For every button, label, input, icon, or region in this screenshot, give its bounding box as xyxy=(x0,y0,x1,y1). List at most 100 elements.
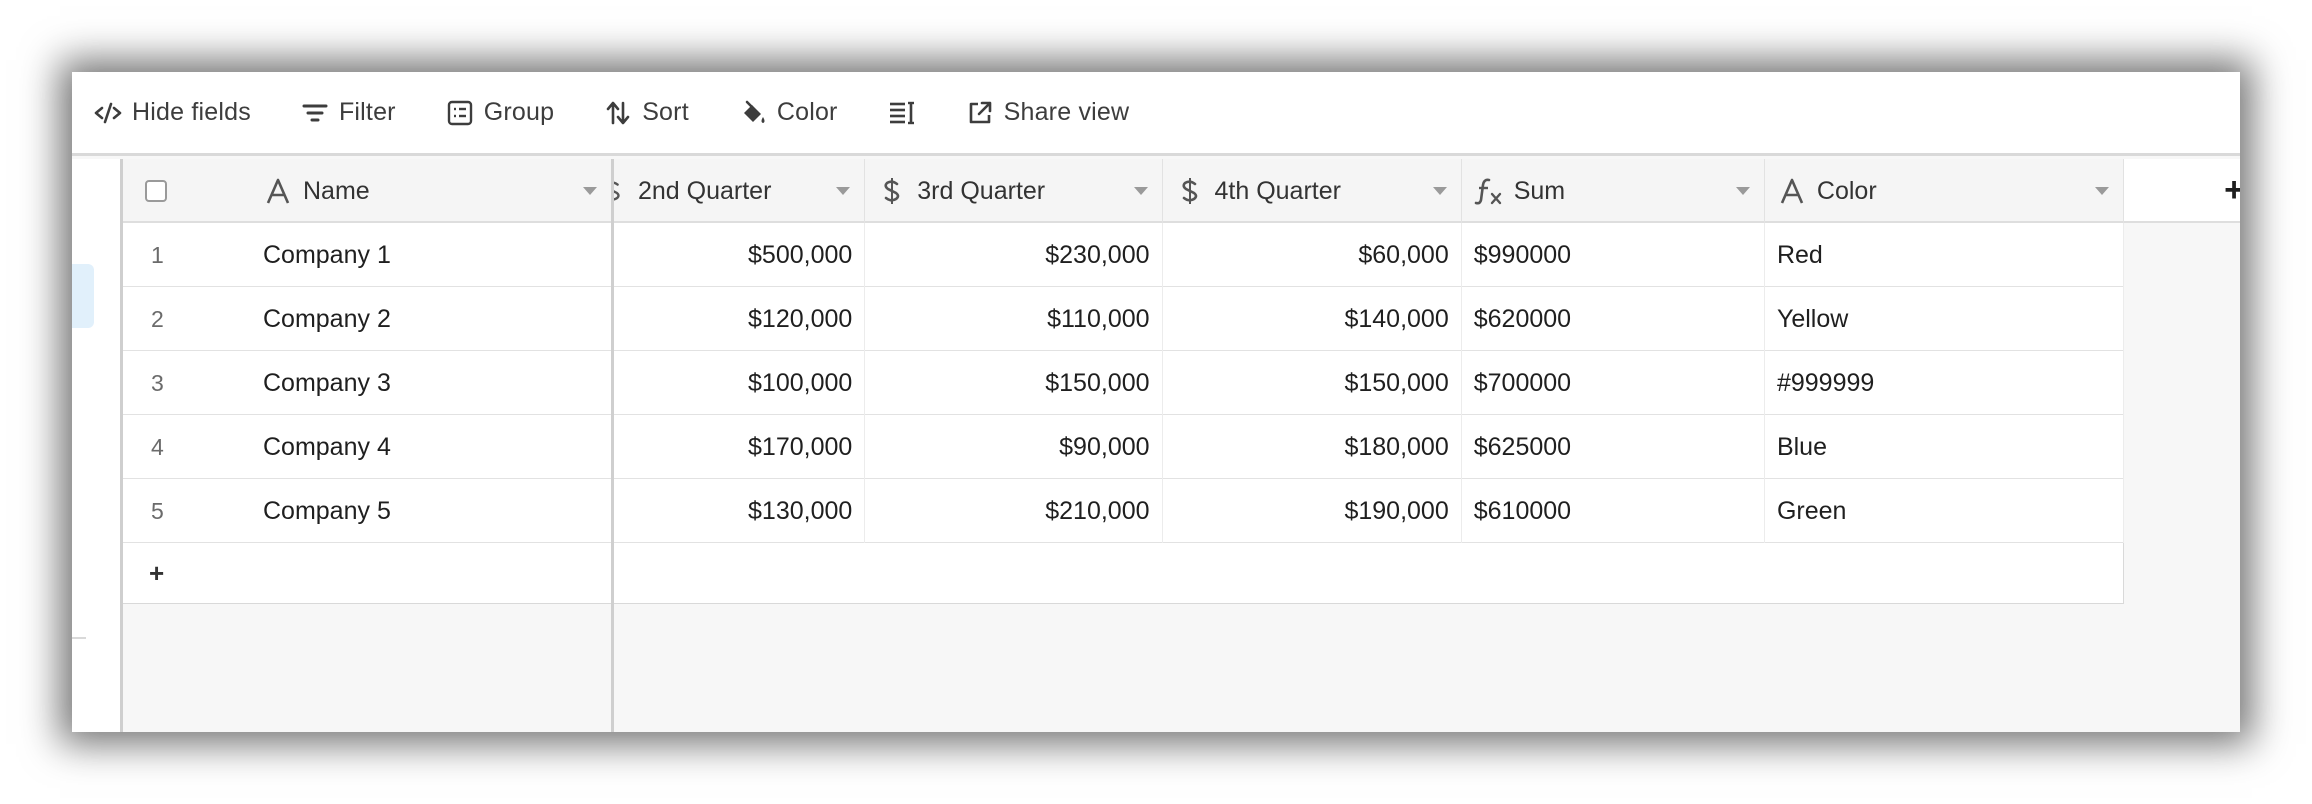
cell-q4[interactable]: $150,000 xyxy=(1163,351,1462,415)
column-header-label: 3rd Quarter xyxy=(917,176,1046,205)
filter-icon xyxy=(299,97,331,129)
cell-sum[interactable]: $700000 xyxy=(1462,351,1765,415)
cell-q2[interactable]: $130,000 xyxy=(614,479,866,543)
column-header-q2[interactable]: 2nd Quarter xyxy=(614,159,866,223)
chevron-down-icon[interactable] xyxy=(2094,187,2109,195)
column-header-label: 4th Quarter xyxy=(1214,176,1341,205)
table-row[interactable]: 3 Company 3 xyxy=(123,351,611,415)
sidebar-selected-item[interactable] xyxy=(72,264,94,328)
table-row[interactable]: $120,000 $110,000 $140,000 $620000 Yello… xyxy=(614,287,2124,351)
cell-q4[interactable]: $60,000 xyxy=(1163,223,1462,287)
cell-name[interactable]: Company 5 xyxy=(263,479,611,543)
cell-q3[interactable]: $150,000 xyxy=(865,351,1163,415)
cell-q4[interactable]: $190,000 xyxy=(1163,479,1462,543)
cell-name[interactable]: Company 2 xyxy=(263,287,611,351)
cell-q3[interactable]: $110,000 xyxy=(865,287,1163,351)
sidebar-strip xyxy=(72,159,120,732)
share-view-button[interactable]: Share view xyxy=(964,88,1130,138)
cell-color[interactable]: Red xyxy=(1765,223,2124,287)
cell-sum[interactable]: $625000 xyxy=(1462,415,1765,479)
table-row[interactable]: $500,000 $230,000 $60,000 $990000 Red xyxy=(614,223,2124,287)
chevron-down-icon[interactable] xyxy=(836,187,851,195)
row-number: 2 xyxy=(151,305,164,332)
cell-q2[interactable]: $170,000 xyxy=(614,415,866,479)
add-row-filler[interactable] xyxy=(614,543,2124,604)
scroll-pane[interactable]: 2nd Quarter 3rd Quarter 4th Quarter Sum … xyxy=(614,159,2240,732)
row-number: 1 xyxy=(151,241,164,268)
column-header-name[interactable]: Name xyxy=(263,159,611,223)
color-label: Color xyxy=(776,98,838,126)
column-header-q4[interactable]: 4th Quarter xyxy=(1163,159,1462,223)
table-row[interactable]: 4 Company 4 xyxy=(123,415,611,479)
column-header-label: 2nd Quarter xyxy=(638,176,772,205)
column-header-q3[interactable]: 3rd Quarter xyxy=(865,159,1163,223)
table-row[interactable]: $130,000 $210,000 $190,000 $610000 Green xyxy=(614,479,2124,543)
cell-q3[interactable]: $90,000 xyxy=(865,415,1163,479)
chevron-down-icon[interactable] xyxy=(1432,187,1447,195)
cell-color[interactable]: Blue xyxy=(1765,415,2124,479)
add-column-cell: + xyxy=(2124,159,2240,223)
table-row[interactable]: 2 Company 2 xyxy=(123,287,611,351)
hide-fields-button[interactable]: Hide fields xyxy=(92,88,251,138)
table-row[interactable]: $170,000 $90,000 $180,000 $625000 Blue xyxy=(614,415,2124,479)
select-all-cell xyxy=(123,159,263,223)
cell-sum[interactable]: $610000 xyxy=(1462,479,1765,543)
group-icon xyxy=(444,97,476,129)
cell-q2[interactable]: $500,000 xyxy=(614,223,866,287)
formula-icon xyxy=(1474,176,1504,206)
column-header-color[interactable]: Color xyxy=(1765,159,2124,223)
row-height-button[interactable] xyxy=(886,88,926,138)
table-row[interactable]: $100,000 $150,000 $150,000 $700000 #9999… xyxy=(614,351,2124,415)
cell-q4[interactable]: $180,000 xyxy=(1163,415,1462,479)
add-row-button[interactable]: + xyxy=(123,558,164,589)
cell-name[interactable]: Company 3 xyxy=(263,351,611,415)
column-header-label: Color xyxy=(1816,176,1877,205)
cell-sum[interactable]: $620000 xyxy=(1462,287,1765,351)
row-number: 4 xyxy=(151,433,164,460)
row-height-icon xyxy=(886,97,918,129)
cell-q3[interactable]: $230,000 xyxy=(865,223,1163,287)
currency-icon xyxy=(1175,176,1205,206)
cell-q2[interactable]: $100,000 xyxy=(614,351,866,415)
cell-q3[interactable]: $210,000 xyxy=(865,479,1163,543)
sort-label: Sort xyxy=(642,98,689,126)
select-all-checkbox[interactable] xyxy=(145,180,167,202)
color-button[interactable]: Color xyxy=(737,88,838,138)
cell-q2[interactable]: $120,000 xyxy=(614,287,866,351)
table-row[interactable]: 5 Company 5 xyxy=(123,479,611,543)
sidebar-divider xyxy=(72,637,86,639)
cell-color[interactable]: Yellow xyxy=(1765,287,2124,351)
row-number: 3 xyxy=(151,369,164,396)
text-field-icon xyxy=(1777,176,1807,206)
share-icon xyxy=(964,97,996,129)
text-field-icon xyxy=(263,176,293,206)
cell-q4[interactable]: $140,000 xyxy=(1163,287,1462,351)
frozen-pane: Name 1 Company 1 2 Company 2 3 Company 3… xyxy=(120,159,614,732)
cell-sum[interactable]: $990000 xyxy=(1462,223,1765,287)
sort-icon xyxy=(602,97,634,129)
sort-button[interactable]: Sort xyxy=(602,88,689,138)
add-row-row: + xyxy=(123,543,611,604)
chevron-down-icon[interactable] xyxy=(583,187,597,195)
cell-color[interactable]: #999999 xyxy=(1765,351,2124,415)
paint-bucket-icon xyxy=(737,97,769,129)
group-button[interactable]: Group xyxy=(444,88,554,138)
filter-label: Filter xyxy=(338,98,396,126)
cell-name[interactable]: Company 4 xyxy=(263,415,611,479)
add-column-button[interactable]: + xyxy=(2224,171,2240,210)
currency-icon xyxy=(877,176,907,206)
column-header-label: Sum xyxy=(1513,176,1566,205)
cell-name[interactable]: Company 1 xyxy=(263,223,611,287)
frozen-header-row: Name xyxy=(123,159,611,223)
share-view-label: Share view xyxy=(1003,98,1130,126)
row-number: 5 xyxy=(151,497,164,524)
filter-button[interactable]: Filter xyxy=(299,88,396,138)
table-row[interactable]: 1 Company 1 xyxy=(123,223,611,287)
chevron-down-icon[interactable] xyxy=(1735,187,1750,195)
app-window: Hide fields Filter Group Sort Color Shar… xyxy=(72,72,2240,732)
cell-color[interactable]: Green xyxy=(1765,479,2124,543)
chevron-down-icon[interactable] xyxy=(1133,187,1148,195)
column-header-label: Name xyxy=(303,176,370,205)
column-header-sum[interactable]: Sum xyxy=(1462,159,1765,223)
hide-fields-label: Hide fields xyxy=(132,98,251,126)
